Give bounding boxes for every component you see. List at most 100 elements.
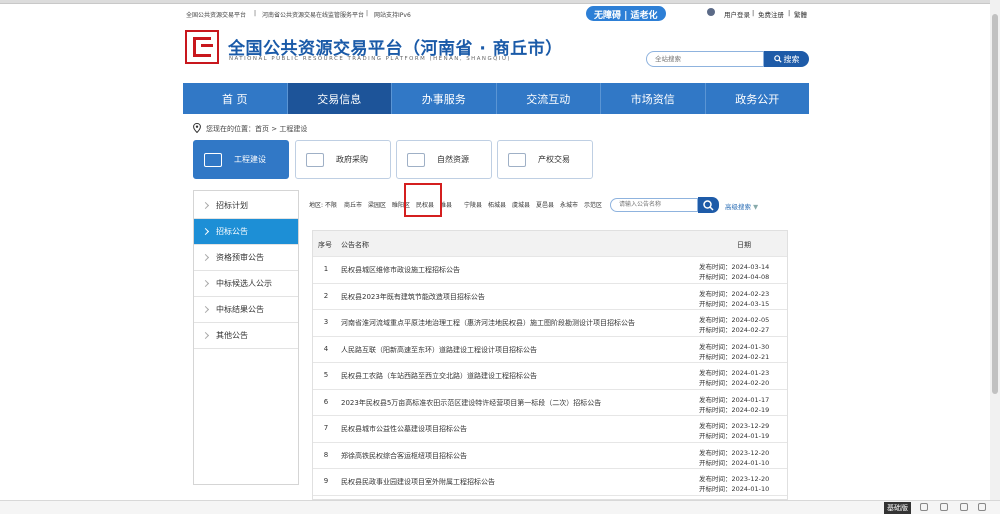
- taskbar: [0, 500, 1000, 514]
- row-number: 3: [323, 318, 329, 326]
- row-number: 8: [323, 450, 329, 459]
- document-icon: [508, 152, 526, 167]
- row-number: 4: [323, 344, 329, 353]
- notice-title-link[interactable]: 郑徐高铁民权综合客运枢纽项目招标公告: [341, 451, 467, 461]
- open-date: 开标时间：2024-02-21: [699, 352, 770, 361]
- region-yongcheng[interactable]: 永城市: [560, 200, 578, 209]
- notice-search-input[interactable]: [610, 198, 698, 212]
- region-ningling[interactable]: 宁陵县: [464, 200, 482, 209]
- selection-highlight-box: [404, 183, 442, 217]
- notice-title-link[interactable]: 民权县城市公益性公墓建设项目招标公告: [341, 424, 467, 434]
- notice-title-link[interactable]: 人民路互联（阳新高速至东环）道路建设工程设计项目招标公告: [341, 345, 537, 355]
- tray-icon[interactable]: [940, 503, 948, 511]
- chevron-right-icon: [201, 331, 210, 340]
- top-link-national[interactable]: 全国公共资源交易平台: [186, 10, 246, 19]
- nav-home[interactable]: 首 页: [183, 83, 288, 114]
- publish-date: 发布时间：2024-02-05: [699, 316, 770, 324]
- chevron-right-icon: [201, 201, 210, 210]
- table-row[interactable]: 7 民权县城市公益性公墓建设项目招标公告 发布时间：2023-12-29 开标时间：2…: [313, 415, 787, 442]
- notice-search-button[interactable]: [698, 197, 719, 213]
- tile-label: 产权交易: [538, 155, 570, 164]
- sidebar-item-label: 招标公告: [216, 227, 248, 236]
- publish-date: 发布时间：2024-01-23: [699, 369, 770, 377]
- notice-title-link[interactable]: 民权县城区维修市政设施工程招标公告: [341, 265, 460, 275]
- column-header-number: 序号: [318, 241, 332, 249]
- publish-date: 发布时间：2023-12-20: [699, 475, 770, 483]
- table-row[interactable]: 5 民权县工农路（车站西路至西立交北路）道路建设工程招标公告 发布时间：2024-0…: [313, 362, 787, 389]
- ime-mode-label[interactable]: 基础版: [884, 502, 911, 514]
- nav-interaction[interactable]: 交流互动: [497, 83, 601, 114]
- sidebar-item-other[interactable]: 其他公告: [194, 323, 298, 349]
- region-yucheng[interactable]: 虞城县: [512, 200, 530, 209]
- open-date: 开标时间：2024-02-27: [699, 326, 770, 334]
- table-row[interactable]: 3 河南省淮河流域重点平原洼地治理工程（惠济河洼地民权县）施工图阶段勘测设计项目招…: [313, 309, 787, 336]
- open-date: 开标时间：2024-01-19: [699, 432, 770, 440]
- site-search-input[interactable]: [646, 51, 764, 67]
- browser-address-bar[interactable]: [0, 0, 1000, 4]
- table-header: 序号 公告名称 日期: [313, 231, 787, 256]
- breadcrumb: 您现在的位置：首页 > 工程建设: [206, 125, 308, 133]
- advanced-search-label: 高级搜索: [725, 203, 751, 211]
- publish-date: 发布时间：2024-03-14: [699, 263, 770, 271]
- top-link-divider: |: [752, 9, 755, 17]
- site-logo-icon: [185, 30, 219, 64]
- region-shangqiu[interactable]: 商丘市: [344, 200, 362, 209]
- login-link[interactable]: 用户登录: [724, 9, 750, 19]
- tile-label: 自然资源: [437, 155, 469, 164]
- open-date: 开标时间：2024-02-19: [699, 405, 770, 414]
- region-zhecheng[interactable]: 柘城县: [488, 200, 506, 209]
- site-search-button[interactable]: 搜索: [764, 51, 809, 67]
- register-link[interactable]: 免费注册: [758, 9, 784, 19]
- tile-engineering[interactable]: 工程建设: [193, 140, 289, 179]
- region-xiayi[interactable]: 夏邑县: [536, 200, 554, 209]
- open-date: 开标时间：2024-01-10: [699, 485, 770, 493]
- sidebar-item-prequalification[interactable]: 资格预审公告: [194, 245, 298, 271]
- sidebar-item-bid-notice[interactable]: 招标公告: [194, 219, 298, 245]
- main-nav: 首 页 交易信息 办事服务 交流互动 市场资信 政务公开: [183, 83, 809, 114]
- notice-title-link[interactable]: 2023年民权县5万亩高标准农田示范区建设特许经营项目第一标段（二次）招标公告: [341, 398, 601, 408]
- table-row[interactable]: 4 人民路互联（阳新高速至东环）道路建设工程设计项目招标公告 发布时间：2024-0…: [313, 335, 787, 362]
- region-demo-zone[interactable]: 示范区: [584, 200, 602, 209]
- tile-property-rights[interactable]: 产权交易: [497, 140, 593, 179]
- search-icon: [703, 200, 714, 211]
- row-number: 9: [323, 477, 329, 485]
- notice-title-link[interactable]: 民权县民政事业园建设项目室外附属工程招标公告: [341, 477, 495, 487]
- notice-title-link[interactable]: 河南省淮河流域重点平原洼地治理工程（惠济河洼地民权县）施工图阶段勘测设计项目招标…: [341, 318, 635, 328]
- table-row[interactable]: 9 民权县民政事业园建设项目室外附属工程招标公告 发布时间：2023-12-20 开标…: [313, 468, 787, 495]
- advanced-search-link[interactable]: 高级搜索 ▼: [725, 201, 758, 211]
- table-row[interactable]: 2 民权县2023年既有建筑节能改造项目招标公告 发布时间：2024-02-23 开标…: [313, 282, 787, 309]
- table-row[interactable]: 6 2023年民权县5万亩高标准农田示范区建设特许经营项目第一标段（二次）招标公告…: [313, 388, 787, 415]
- tile-procurement[interactable]: 政府采购: [295, 140, 391, 179]
- traditional-chinese-link[interactable]: 繁體: [794, 9, 807, 19]
- sidebar-item-bid-plan[interactable]: 招标计划: [194, 193, 298, 219]
- region-liangyuan[interactable]: 梁园区: [368, 200, 386, 209]
- mountain-icon: [407, 152, 425, 167]
- nav-government-affairs[interactable]: 政务公开: [706, 83, 810, 114]
- tile-natural-resources[interactable]: 自然资源: [396, 140, 492, 179]
- sidebar-item-label: 中标结果公告: [216, 305, 264, 314]
- top-link-divider: |: [254, 10, 257, 17]
- publish-date: 发布时间：2024-01-30: [699, 342, 770, 351]
- scrollbar-thumb[interactable]: [992, 14, 998, 394]
- sidebar-item-label: 资格预审公告: [216, 253, 264, 262]
- table-row[interactable]: 1 民权县城区维修市政设施工程招标公告 发布时间：2024-03-14 开标时间：20…: [313, 256, 787, 283]
- tray-icon[interactable]: [978, 503, 986, 511]
- row-number: 2: [323, 291, 329, 300]
- notice-title-link[interactable]: 民权县工农路（车站西路至西立交北路）道路建设工程招标公告: [341, 371, 537, 381]
- table-row[interactable]: 8 郑徐高铁民权综合客运枢纽项目招标公告 发布时间：2023-12-20 开标时间：2…: [313, 441, 787, 468]
- sidebar-item-candidates[interactable]: 中标候选人公示: [194, 271, 298, 297]
- publish-date: 发布时间：2024-01-17: [699, 395, 770, 404]
- nav-trading-info[interactable]: 交易信息: [287, 83, 392, 114]
- nav-services[interactable]: 办事服务: [392, 83, 497, 114]
- tray-icon[interactable]: [920, 503, 928, 511]
- open-date: 开标时间：2024-03-15: [699, 299, 770, 308]
- sidebar-item-award-result[interactable]: 中标结果公告: [194, 297, 298, 323]
- notice-title-link[interactable]: 民权县2023年既有建筑节能改造项目招标公告: [341, 292, 485, 302]
- nav-market-credit[interactable]: 市场资信: [601, 83, 706, 114]
- accessibility-button[interactable]: 无障碍 | 适老化: [586, 6, 666, 21]
- column-header-title: 公告名称: [341, 241, 369, 249]
- tile-label: 工程建设: [234, 155, 266, 164]
- tray-icon[interactable]: [960, 503, 968, 511]
- notice-table: 序号 公告名称 日期 1 民权县城区维修市政设施工程招标公告 发布时间：2024-0…: [312, 230, 788, 500]
- top-link-henan[interactable]: 河南省公共资源交易在线监管服务平台: [262, 10, 364, 19]
